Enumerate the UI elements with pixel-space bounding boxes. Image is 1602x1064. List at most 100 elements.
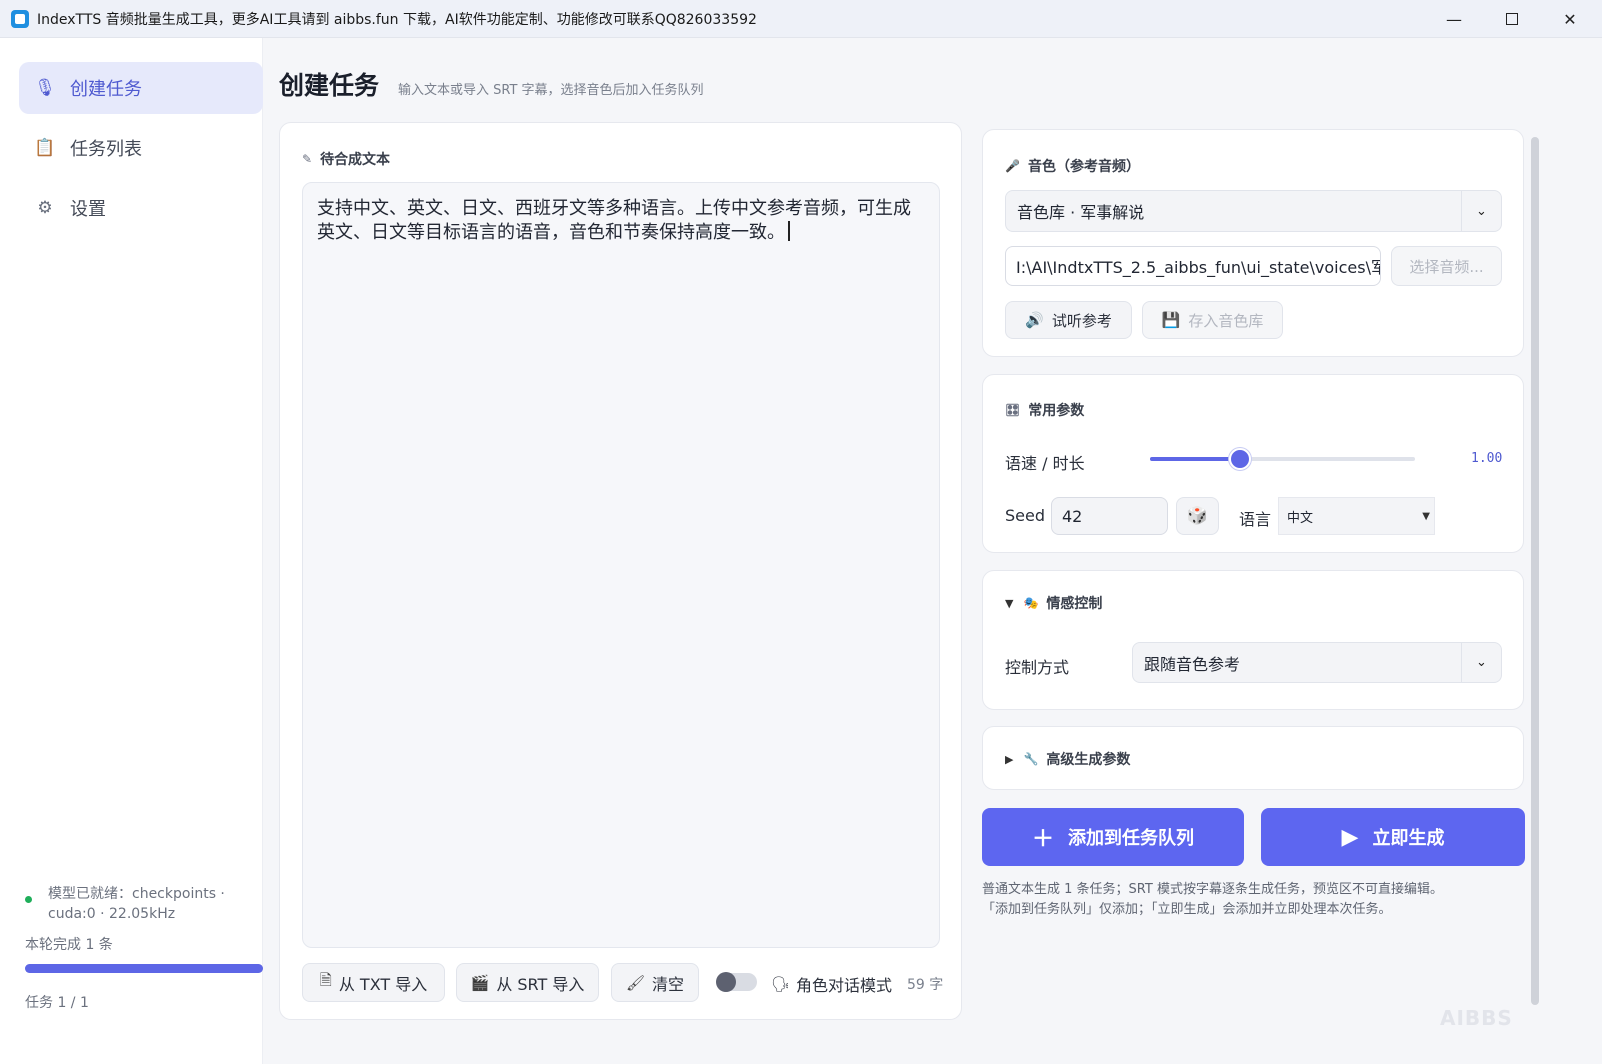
wrench-icon: 🔧 xyxy=(1023,752,1039,766)
speed-slider-fill xyxy=(1150,457,1241,461)
choose-audio-label: 选择音频... xyxy=(1409,257,1484,276)
seed-label: Seed xyxy=(1005,506,1045,525)
preview-reference-button[interactable]: 🔊 试听参考 xyxy=(1005,301,1132,339)
save-to-library-button[interactable]: 💾 存入音色库 xyxy=(1142,301,1283,339)
usage-hint: 普通文本生成 1 条任务；SRT 模式按字幕逐条生成任务，预览区不可直接编辑。 … xyxy=(982,880,1542,920)
control-mode-label: 控制方式 xyxy=(1005,658,1070,677)
plus-icon: ＋ xyxy=(1031,827,1054,852)
text-panel-label: 待合成文本 xyxy=(320,152,391,168)
dialog-mode-label: 🗣 角色对话模式 xyxy=(771,972,892,996)
text-caret xyxy=(788,221,790,241)
microphone-icon: 🎙 xyxy=(34,78,56,98)
import-srt-button[interactable]: 🎬 从 SRT 导入 xyxy=(456,963,599,1002)
toggle-knob xyxy=(716,972,736,992)
sidebar-item-create-task[interactable]: 🎙 创建任务 xyxy=(19,62,263,114)
emotion-card: ▼ 🎭 情感控制 控制方式 跟随音色参考 ⌄ xyxy=(982,570,1524,710)
chevron-down-icon: ⌄ xyxy=(1461,643,1501,682)
save-to-library-label: 存入音色库 xyxy=(1188,311,1264,330)
sidebar: 🎙 创建任务 📋 任务列表 ⚙ 设置 模型已就绪：checkpoints · c… xyxy=(0,38,263,1064)
round-progress-label: 本轮完成 1 条 xyxy=(25,937,113,953)
import-txt-button[interactable]: 🗎 从 TXT 导入 xyxy=(302,963,445,1002)
maximize-icon xyxy=(1506,13,1518,25)
generate-now-button[interactable]: ▶ 立即生成 xyxy=(1261,808,1525,866)
add-to-queue-button[interactable]: ＋ 添加到任务队列 xyxy=(982,808,1244,866)
file-icon: 🗎 xyxy=(319,971,332,989)
control-mode-value: 跟随音色参考 xyxy=(1144,654,1241,674)
params-card: 🎛 常用参数 语速 / 时长 1.00 Seed 42 🎲 语言 中文 ▼ xyxy=(982,374,1524,553)
voice-library-value: 音色库 · 军事解说 xyxy=(1017,203,1145,222)
page-subtitle: 输入文本或导入 SRT 字幕，选择音色后加入任务队列 xyxy=(398,83,704,98)
voice-library-select[interactable]: 音色库 · 军事解说 ⌄ xyxy=(1005,190,1502,232)
window-title: IndexTTS 音频批量生成工具，更多AI工具请到 aibbs.fun 下载，… xyxy=(37,11,757,28)
voice-card: 🎤 音色（参考音频） 音色库 · 军事解说 ⌄ I:\AI\IndtxTTS_2… xyxy=(982,129,1524,357)
play-icon: ▶ xyxy=(1341,824,1359,850)
watermark: AIBBS xyxy=(1440,1006,1513,1030)
dialog-mode-toggle[interactable] xyxy=(716,972,757,992)
dialog-mode-text: 角色对话模式 xyxy=(796,976,893,995)
sidebar-item-settings[interactable]: ⚙ 设置 xyxy=(19,182,263,234)
params-header: 🎛 常用参数 xyxy=(1005,400,1084,420)
minimize-button[interactable]: — xyxy=(1425,0,1483,38)
language-select[interactable]: 中文 ▼ xyxy=(1278,497,1435,535)
text-panel-header: ✎ 待合成文本 xyxy=(302,149,390,169)
sidebar-item-label: 任务列表 xyxy=(70,139,142,160)
voice-header: 🎤 音色（参考音频） xyxy=(1005,156,1140,176)
seed-value: 42 xyxy=(1062,506,1083,526)
app-icon xyxy=(11,9,29,28)
maximize-button[interactable] xyxy=(1483,0,1541,38)
choose-audio-button[interactable]: 选择音频... xyxy=(1391,246,1502,286)
params-label: 常用参数 xyxy=(1028,403,1085,419)
microphone-icon: 🎤 xyxy=(1005,159,1020,173)
caret-down-icon: ▼ xyxy=(1422,510,1430,522)
clear-label: 清空 xyxy=(652,974,685,994)
emotion-icon: 🎭 xyxy=(1023,596,1039,610)
speed-value: 1.00 xyxy=(1471,451,1503,466)
emotion-header[interactable]: ▼ 🎭 情感控制 xyxy=(1005,593,1102,613)
edit-icon: ✎ xyxy=(302,152,313,166)
emotion-label: 情感控制 xyxy=(1046,596,1103,612)
dice-icon: 🎲 xyxy=(1186,506,1209,526)
gear-icon: ⚙ xyxy=(37,198,53,218)
hint-line-2: 「添加到任务队列」仅添加；「立即生成」会添加并立即处理本次任务。 xyxy=(982,902,1392,917)
progress-bar xyxy=(25,964,263,973)
floppy-disk-icon: 💾 xyxy=(1161,311,1181,329)
speed-slider[interactable] xyxy=(1150,448,1415,470)
clipboard-icon: 📋 xyxy=(34,138,56,158)
seed-input[interactable]: 42 xyxy=(1051,497,1168,535)
sliders-icon: 🎛 xyxy=(1005,403,1021,417)
import-srt-label: 从 SRT 导入 xyxy=(496,974,585,994)
import-txt-label: 从 TXT 导入 xyxy=(338,974,428,994)
right-panel-scrollbar[interactable] xyxy=(1531,137,1539,1005)
char-count: 59 字 xyxy=(907,977,944,993)
generate-now-label: 立即生成 xyxy=(1372,828,1445,849)
random-seed-button[interactable]: 🎲 xyxy=(1176,497,1219,535)
model-status: 模型已就绪：checkpoints · cuda:0 · 22.05kHz xyxy=(25,884,250,924)
speaking-head-icon: 🗣 xyxy=(771,975,791,993)
expanded-triangle-icon: ▼ xyxy=(1005,596,1014,610)
clear-button[interactable]: 🖌 清空 xyxy=(611,963,699,1002)
collapsed-triangle-icon: ▶ xyxy=(1005,752,1014,766)
title-bar: IndexTTS 音频批量生成工具，更多AI工具请到 aibbs.fun 下载，… xyxy=(0,0,1602,38)
advanced-label: 高级生成参数 xyxy=(1046,752,1131,768)
speed-label: 语速 / 时长 xyxy=(1005,454,1085,473)
control-mode-select[interactable]: 跟随音色参考 ⌄ xyxy=(1132,642,1502,683)
advanced-header[interactable]: ▶ 🔧 高级生成参数 xyxy=(1005,749,1130,769)
preview-reference-label: 试听参考 xyxy=(1051,311,1112,330)
sidebar-item-task-list[interactable]: 📋 任务列表 xyxy=(19,122,263,174)
speed-slider-thumb[interactable] xyxy=(1229,448,1252,470)
text-input[interactable]: 支持中文、英文、日文、西班牙文等多种语言。上传中文参考音频，可生成英文、日文等目… xyxy=(302,182,940,948)
close-button[interactable]: ✕ xyxy=(1541,0,1599,38)
reference-audio-path-input[interactable]: I:\AI\IndtxTTS_2.5_aibbs_fun\ui_state\vo… xyxy=(1005,246,1381,286)
chevron-down-icon: ⌄ xyxy=(1461,191,1501,231)
speaker-icon: 🔊 xyxy=(1025,311,1044,329)
model-status-text: 模型已就绪：checkpoints · cuda:0 · 22.05kHz xyxy=(48,886,225,922)
reference-audio-path-value: I:\AI\IndtxTTS_2.5_aibbs_fun\ui_state\vo… xyxy=(1016,258,1381,277)
add-to-queue-label: 添加到任务队列 xyxy=(1068,828,1194,849)
clapperboard-icon: 🎬 xyxy=(470,973,490,992)
brush-icon: 🖌 xyxy=(625,973,646,992)
language-value: 中文 xyxy=(1287,510,1314,526)
language-label: 语言 xyxy=(1239,510,1272,529)
advanced-card[interactable]: ▶ 🔧 高级生成参数 xyxy=(982,726,1524,790)
progress-bar-fill xyxy=(25,964,263,973)
text-input-value: 支持中文、英文、日文、西班牙文等多种语言。上传中文参考音频，可生成英文、日文等目… xyxy=(317,198,911,243)
